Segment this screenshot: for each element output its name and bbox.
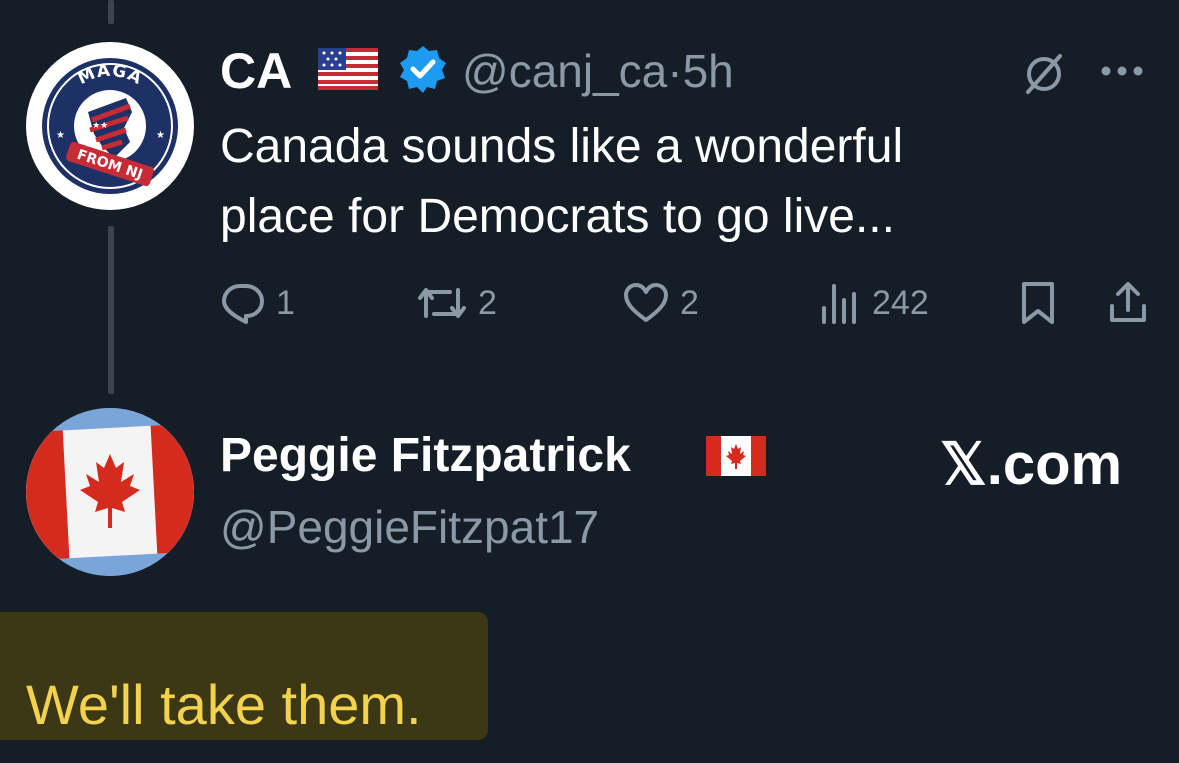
reply-text: We'll take them. [26,673,422,736]
heart-icon [624,283,668,322]
views-button[interactable]: 242 [818,280,929,326]
tweet-author-name[interactable]: CA [220,42,292,100]
svg-text:★: ★ [156,130,165,141]
action-bar: 1 2 2 242 [220,280,1160,330]
verified-badge-icon [398,44,448,99]
tweet-text-line2: place for Democrats to go live... [220,190,895,243]
like-count: 2 [680,283,699,322]
tweet-text: Canada sounds like a wonderful place for… [220,112,1120,252]
bookmark-icon [1022,282,1054,324]
reply-author-name[interactable]: Peggie Fitzpatrick [220,428,631,483]
views-count: 242 [872,283,929,322]
repost-count: 2 [478,283,497,322]
thread-line-middle [108,226,114,394]
repost-icon [418,288,466,318]
canada-flag-icon [706,436,766,481]
x-brand-label: 𝕏.com [940,432,1123,497]
reply-count: 1 [276,283,295,322]
tweet-text-line1: Canada sounds like a wonderful [220,120,904,173]
more-options-icon[interactable] [1100,64,1144,82]
handle-text: @canj_ca [462,45,668,97]
views-icon [822,284,856,324]
share-button[interactable] [1106,280,1150,326]
svg-text:★★★: ★★★ [84,121,108,131]
separator: · [667,45,683,97]
tweet-time[interactable]: 5h [683,45,734,97]
svg-text:★: ★ [56,130,65,141]
maga-nj-logo: ★★★ MAGA FROM NJ ★ ★ [42,58,178,194]
reply-button[interactable]: 1 [220,280,295,326]
thread-line-top [108,0,114,24]
avatar-ca[interactable]: ★★★ MAGA FROM NJ ★ ★ [26,42,194,210]
avatar-peggie[interactable] [26,408,194,576]
grok-icon[interactable] [1022,52,1066,101]
repost-button[interactable]: 2 [416,280,497,326]
canada-flag-avatar [26,408,194,576]
share-icon [1110,282,1146,322]
reply-icon [222,284,264,324]
us-flag-icon [318,48,378,95]
reply-author-handle[interactable]: @PeggieFitzpat17 [220,500,599,554]
bookmark-button[interactable] [1018,280,1058,326]
like-button[interactable]: 2 [622,280,699,326]
tweet-author-handle[interactable]: @canj_ca·5h [462,44,734,98]
